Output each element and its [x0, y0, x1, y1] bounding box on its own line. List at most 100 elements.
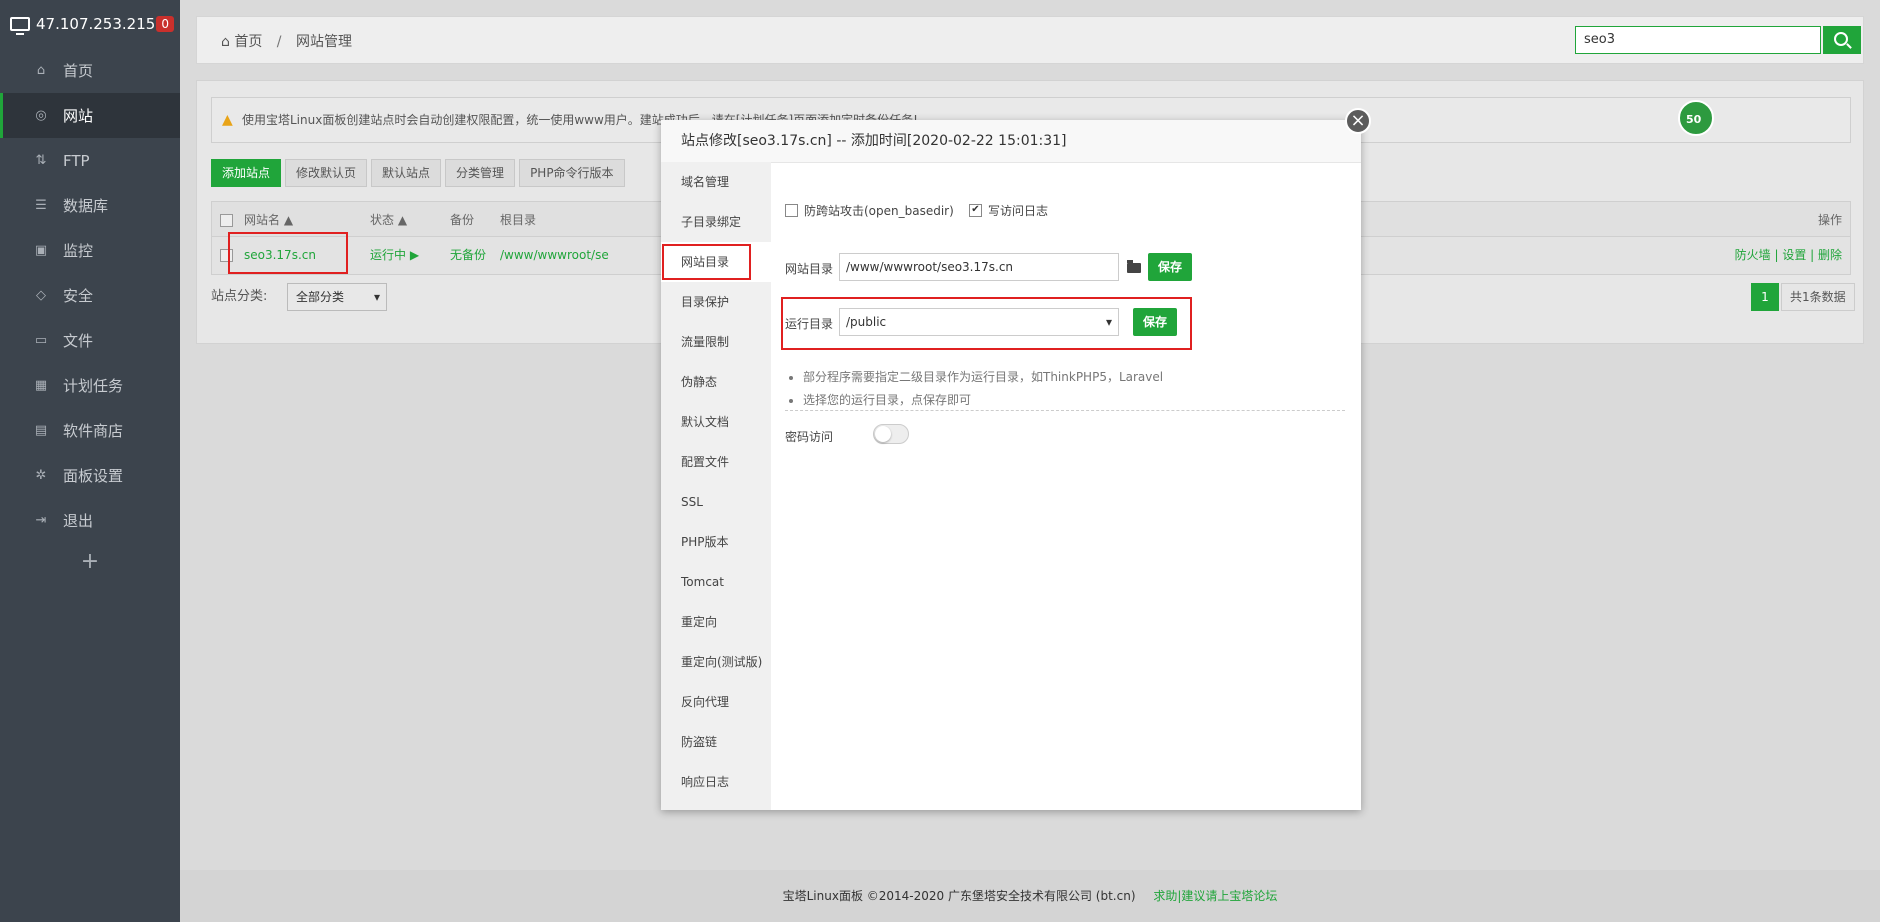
site-root[interactable]: /www/wwwroot/se [500, 237, 609, 273]
sidebar-item-logout[interactable]: ⇥ 退出 [0, 498, 180, 543]
folder-icon: ▭ [34, 333, 48, 348]
breadcrumb-separator: / [276, 34, 282, 50]
category-management-button[interactable]: 分类管理 [445, 159, 516, 187]
sidebar-item-label: 首页 [63, 62, 94, 80]
home-icon: ⌂ [221, 34, 230, 50]
server-header: 47.107.253.215 0 [0, 0, 180, 48]
col-backup: 备份 [450, 213, 475, 227]
dialog-menu-item[interactable]: 域名管理 [661, 162, 771, 202]
sidebar-item-calendar[interactable]: ▦ 计划任务 [0, 363, 180, 408]
breadcrumb-home[interactable]: 首页 [234, 34, 262, 50]
site-status[interactable]: 运行中 ▶ [370, 237, 419, 273]
add-shortcut-button[interactable]: + [0, 549, 180, 574]
dialog-menu-item[interactable]: 子目录绑定 [661, 202, 771, 242]
footer-copyright: 宝塔Linux面板 ©2014-2020 广东堡塔安全技术有限公司 (bt.cn… [782, 889, 1136, 903]
dialog-menu-item[interactable]: 重定向 [661, 602, 771, 642]
dialog-menu-item[interactable]: 伪静态 [661, 362, 771, 402]
sidebar-item-label: FTP [63, 151, 90, 170]
tip-item: 部分程序需要指定二级目录作为运行目录，如ThinkPHP5，Laravel [803, 366, 1345, 389]
anti-xss-option[interactable]: 防跨站攻击(open_basedir) [785, 202, 954, 219]
footer: 宝塔Linux面板 ©2014-2020 广东堡塔安全技术有限公司 (bt.cn… [180, 870, 1880, 922]
select-all-checkbox[interactable] [220, 214, 233, 227]
dialog-menu-item[interactable]: 反向代理 [661, 682, 771, 722]
sidebar-item-grid[interactable]: ▤ 软件商店 [0, 408, 180, 453]
sidebar-item-shield[interactable]: ◇ 安全 [0, 273, 180, 318]
tips: 部分程序需要指定二级目录作为运行目录，如ThinkPHP5，Laravel 选择… [785, 366, 1345, 412]
server-ip: 47.107.253.215 [36, 15, 156, 33]
dialog-menu-item[interactable]: Tomcat [661, 562, 771, 602]
sidebar-item-folder[interactable]: ▭ 文件 [0, 318, 180, 363]
sidebar-item-label: 监控 [63, 242, 94, 260]
sidebar-item-home[interactable]: ⌂ 首页 [0, 48, 180, 93]
sidebar: 47.107.253.215 0 ⌂ 首页 ◎ 网站 ⇅ FTP ☰ 数据库 ▣ 监控 ◇ 安全 ▭ 文件… [0, 0, 180, 922]
sidebar-item-ftp[interactable]: ⇅ FTP [0, 138, 180, 183]
highlight-site-dir-tab [662, 244, 751, 280]
highlight-run-dir [781, 297, 1192, 350]
dialog-menu-item[interactable]: 目录保护 [661, 282, 771, 322]
sidebar-item-gear[interactable]: ✲ 面板设置 [0, 453, 180, 498]
dialog-title: 站点修改[seo3.17s.cn] -- 添加时间[2020-02-22 15:… [661, 120, 1361, 163]
breadcrumb-current: 网站管理 [295, 34, 352, 50]
gear-icon: ✲ [35, 468, 47, 483]
top-bar: ⌂ 首页 / 网站管理 seo3 [196, 16, 1864, 64]
search-button[interactable] [1823, 26, 1861, 54]
toggle-knob [875, 426, 891, 442]
sidebar-item-label: 软件商店 [63, 422, 124, 440]
monitor-icon: ▣ [34, 243, 48, 258]
folder-open-icon[interactable] [1127, 260, 1141, 273]
site-backup[interactable]: 无备份 [450, 237, 486, 273]
dialog-body: 防跨站攻击(open_basedir) ✔ 写访问日志 网站目录 /www/ww… [771, 162, 1361, 810]
edit-default-page-button[interactable]: 修改默认页 [285, 159, 368, 187]
search-input[interactable]: seo3 [1575, 26, 1821, 54]
site-dir-input[interactable]: /www/wwwroot/seo3.17s.cn [839, 253, 1119, 281]
col-ops: 操作 [1817, 213, 1842, 227]
monitor-icon [10, 17, 30, 35]
page-total: 共1条数据 [1781, 283, 1855, 311]
close-icon[interactable]: × [1345, 108, 1371, 134]
col-root: 根目录 [500, 213, 537, 227]
password-access-label: 密码访问 [785, 430, 834, 444]
database-icon: ☰ [35, 198, 47, 213]
home-icon: ⌂ [36, 63, 46, 78]
site-ops[interactable]: 防火墙 | 设置 | 删除 [1735, 237, 1842, 273]
dialog-menu-item[interactable]: 响应日志 [661, 762, 771, 802]
password-access-toggle[interactable] [873, 424, 909, 444]
page-current[interactable]: 1 [1751, 283, 1779, 311]
access-log-option[interactable]: ✔ 写访问日志 [969, 202, 1048, 219]
breadcrumb: ⌂ 首页 / 网站管理 [221, 31, 352, 51]
php-cli-version-button[interactable]: PHP命令行版本 [519, 159, 625, 187]
notification-badge[interactable]: 0 [156, 16, 174, 32]
highlight-site-name [228, 232, 348, 274]
sidebar-item-label: 数据库 [63, 197, 109, 215]
col-status[interactable]: 状态 ▲ [370, 202, 407, 238]
dialog-menu-item[interactable]: 防盗链 [661, 722, 771, 762]
sidebar-item-label: 文件 [63, 332, 94, 350]
dialog-menu-item[interactable]: 流量限制 [661, 322, 771, 362]
dialog-menu-item[interactable]: 默认文档 [661, 402, 771, 442]
access-log-checkbox[interactable]: ✔ [969, 204, 982, 217]
dialog-menu-item[interactable]: SSL [661, 482, 771, 522]
grid-icon: ▤ [34, 423, 48, 438]
chevron-down-icon: ▾ [373, 290, 380, 304]
classify-select[interactable]: 全部分类 ▾ [287, 283, 387, 311]
sidebar-nav: ⌂ 首页 ◎ 网站 ⇅ FTP ☰ 数据库 ▣ 监控 ◇ 安全 ▭ 文件 ▦ 计划任务 ▤ 软件商店 ✲ 面板设置 ⇥ 退… [0, 48, 180, 543]
sidebar-item-database[interactable]: ☰ 数据库 [0, 183, 180, 228]
search-icon [1834, 32, 1848, 46]
dialog-menu-item[interactable]: 配置文件 [661, 442, 771, 482]
dialog-menu-item[interactable]: 重定向(测试版) [661, 642, 771, 682]
access-log-label: 写访问日志 [988, 204, 1049, 218]
anti-xss-checkbox[interactable] [785, 204, 798, 217]
default-site-button[interactable]: 默认站点 [371, 159, 442, 187]
sidebar-item-globe[interactable]: ◎ 网站 [0, 93, 180, 138]
sidebar-item-label: 计划任务 [63, 377, 124, 395]
footer-forum-link[interactable]: 求助|建议请上宝塔论坛 [1153, 889, 1277, 903]
edge-badge[interactable]: 50 [1678, 100, 1714, 136]
dialog-menu-item[interactable]: PHP版本 [661, 522, 771, 562]
save-site-dir-button[interactable]: 保存 [1148, 253, 1193, 281]
sidebar-item-monitor[interactable]: ▣ 监控 [0, 228, 180, 273]
sidebar-item-label: 网站 [63, 107, 94, 125]
add-site-button[interactable]: 添加站点 [211, 159, 282, 187]
sidebar-item-label: 退出 [63, 512, 94, 530]
calendar-icon: ▦ [34, 378, 48, 393]
divider [785, 410, 1345, 411]
